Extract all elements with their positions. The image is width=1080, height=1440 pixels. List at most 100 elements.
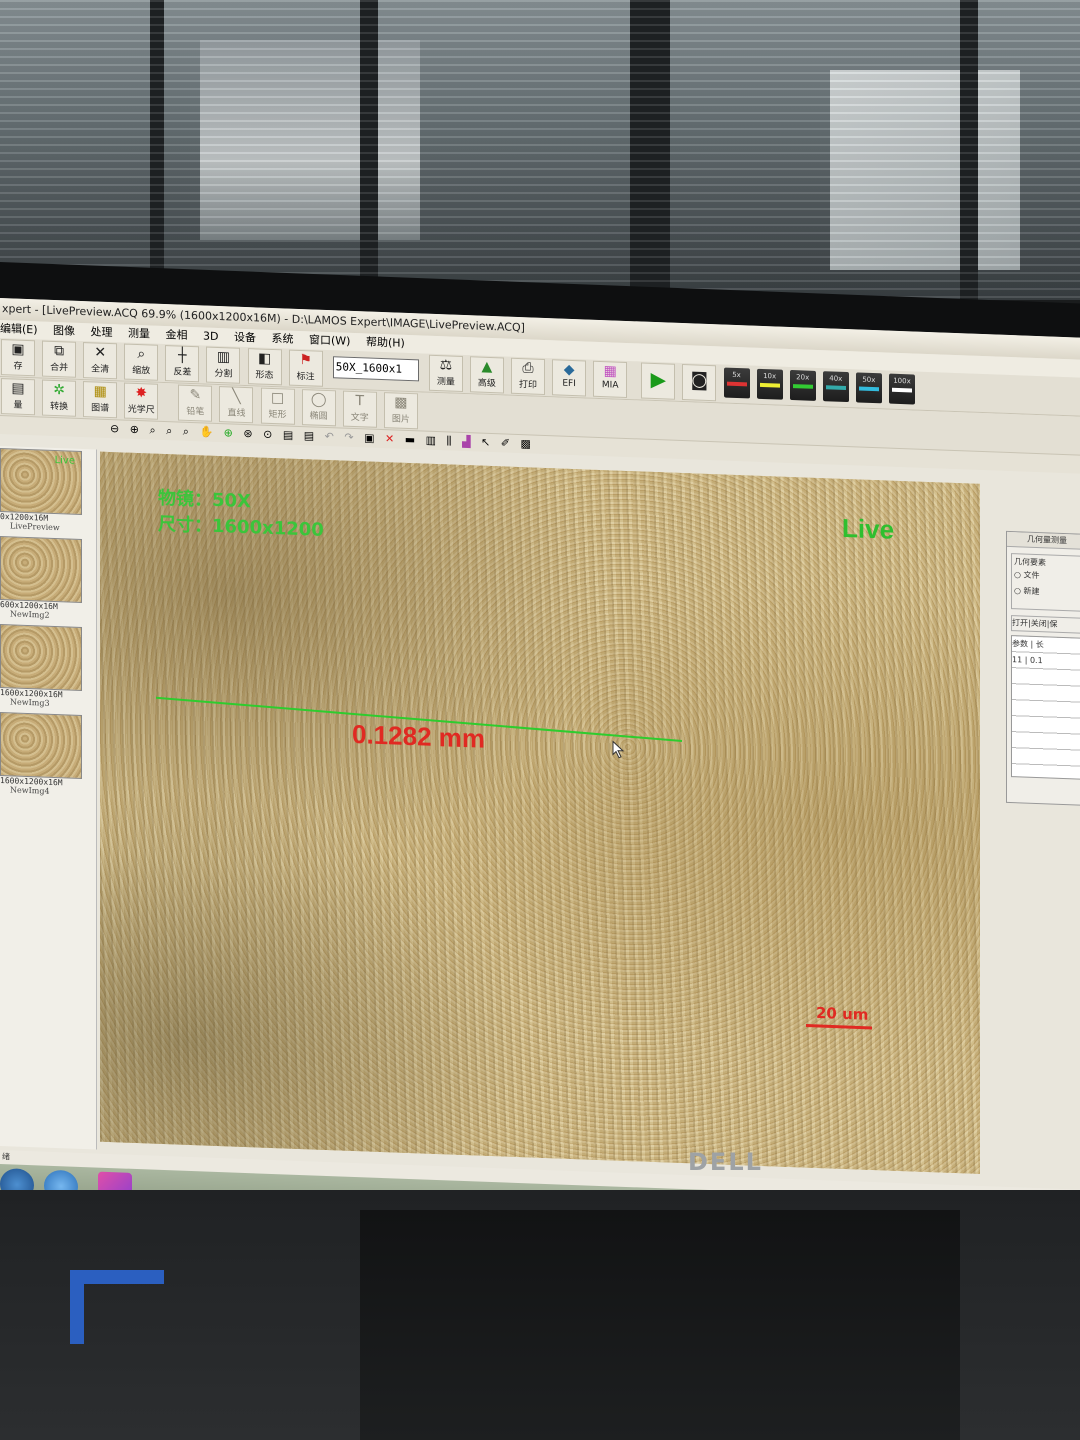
thumbnail-item[interactable]: 600x1200x16M NewImg2: [0, 536, 96, 622]
thumbnail-panel: Live 0x1200x16M LivePreview 600x1200x16M…: [0, 446, 97, 1150]
objective-40x-button[interactable]: 40x: [822, 371, 849, 403]
pen-icon[interactable]: ✐: [501, 436, 510, 449]
annotate-button[interactable]: ⚑ 标注: [288, 349, 323, 387]
morphology-icon: ◧: [257, 350, 272, 367]
morphology-button[interactable]: ◧ 形态: [247, 348, 282, 386]
monitor-brand-logo: DELL: [688, 1148, 763, 1176]
scale-bar-label: 20 um: [816, 1003, 869, 1024]
layer2-icon[interactable]: ▤: [304, 429, 314, 442]
delete-icon[interactable]: ✕: [385, 432, 394, 445]
layer-icon[interactable]: ▤: [283, 428, 293, 441]
arrow-icon[interactable]: ↖: [481, 436, 490, 449]
table-row[interactable]: 11 | 0.1: [1012, 652, 1080, 671]
columns-icon[interactable]: ⫼: [447, 434, 452, 447]
print-icon: ⎙: [522, 360, 534, 377]
advanced-button[interactable]: ▲ 高级: [469, 356, 504, 394]
zoom-fit-icon[interactable]: ⌕: [149, 423, 155, 436]
scale-bar: [806, 1024, 872, 1030]
split-button[interactable]: ▥ 分割: [206, 346, 241, 384]
window-blinds: [0, 0, 1080, 300]
pencil-button[interactable]: ✎ 铅笔: [178, 384, 213, 422]
save-button[interactable]: ▣ 存: [1, 339, 35, 377]
merge-button[interactable]: ⧉ 合并: [42, 340, 77, 378]
menu-3d[interactable]: 3D: [203, 329, 218, 343]
menu-help[interactable]: 帮助(H): [366, 335, 405, 349]
grid-icon[interactable]: ▥: [426, 434, 436, 447]
zoom-rect-icon[interactable]: ⌕: [183, 425, 189, 438]
contrast-icon: ┼: [178, 347, 187, 364]
rectangle-button[interactable]: □ 矩形: [260, 387, 295, 425]
open-button[interactable]: 打开: [1012, 618, 1028, 628]
undo-icon[interactable]: ↶: [325, 430, 334, 443]
thumbnail-item[interactable]: 1600x1200x16M NewImg3: [0, 624, 96, 710]
objective-select[interactable]: 50X_1600x1: [332, 356, 419, 382]
zoom-out-icon[interactable]: ⊖: [110, 422, 119, 435]
contrast-button[interactable]: ┼ 反差: [165, 345, 200, 383]
text-button[interactable]: T 文字: [342, 390, 377, 428]
stamp-icon[interactable]: ▣: [364, 431, 374, 444]
live-play-button[interactable]: ▶: [641, 362, 676, 400]
zoom-button[interactable]: ⌕ 缩放: [124, 343, 159, 381]
measure-button[interactable]: ⚖ 测量: [428, 354, 463, 392]
objective-50x-button[interactable]: 50x: [855, 372, 882, 404]
picture-icon[interactable]: ▩: [520, 437, 530, 450]
print-button[interactable]: ⎙ 打印: [511, 357, 546, 395]
menu-image[interactable]: 图像: [53, 324, 75, 338]
image-viewer[interactable]: 物镜：50X 尺寸：1600x1200 Live 0.1282 mm 20 um: [100, 451, 980, 1174]
zoom-icon: ⌕: [137, 346, 146, 363]
thumbnail-image: Live: [0, 448, 82, 516]
display-icon[interactable]: ▬: [405, 433, 415, 446]
panel-title: 几何量测量: [1007, 531, 1080, 550]
close-button[interactable]: 关闭: [1031, 619, 1047, 629]
objective-100x-button[interactable]: 100x: [888, 373, 915, 405]
thumbnail-image: [0, 624, 82, 692]
menu-measure[interactable]: 测量: [128, 327, 150, 341]
thumbnail-item[interactable]: 1600x1200x16M NewImg4: [0, 712, 96, 798]
ellipse-button[interactable]: ◯ 椭圆: [301, 389, 336, 427]
convert-icon: ✲: [53, 381, 65, 399]
clear-all-button[interactable]: ✕ 全清: [83, 342, 118, 380]
chart-icon[interactable]: ▟: [462, 435, 470, 448]
stand-neck: [360, 1210, 960, 1440]
efi-button[interactable]: ◆ EFI: [552, 359, 587, 397]
hand-icon[interactable]: ✋: [199, 425, 213, 439]
zoom-actual-icon[interactable]: ⌕: [166, 424, 172, 437]
convert-button[interactable]: ✲ 转换: [42, 379, 77, 417]
zoom-select-icon[interactable]: ⊙: [263, 428, 272, 441]
menu-metallography[interactable]: 金相: [166, 328, 188, 342]
zoom-in-icon[interactable]: ⊕: [130, 423, 139, 436]
mia-button[interactable]: ▦ MIA: [593, 360, 628, 398]
mia-icon: ▦: [603, 363, 617, 380]
menu-window[interactable]: 窗口(W): [309, 333, 350, 348]
thumbnail-item[interactable]: Live 0x1200x16M LivePreview: [0, 448, 96, 534]
line-button[interactable]: ╲ 直线: [219, 386, 254, 424]
option-new[interactable]: ○ 新建: [1014, 583, 1080, 601]
objective-20x-button[interactable]: 20x: [789, 369, 816, 401]
atlas-icon: ▦: [93, 383, 107, 400]
objective-5x-button[interactable]: 5x: [723, 367, 750, 399]
optical-ruler-icon: ✸: [135, 384, 148, 402]
menu-edit[interactable]: 编辑(E): [0, 322, 38, 336]
results-table: 参数 | 长 11 | 0.1: [1011, 635, 1080, 780]
menu-system[interactable]: 系统: [272, 332, 294, 346]
atlas-button[interactable]: ▦ 图谱: [83, 381, 118, 419]
line-icon: ╲: [232, 388, 241, 405]
thumbnail-image: [0, 712, 82, 780]
image-button[interactable]: ▩ 图片: [383, 392, 418, 430]
measurement-value[interactable]: 0.1282 mm: [352, 719, 485, 755]
capture-button[interactable]: ◙: [682, 364, 717, 402]
menu-process[interactable]: 处理: [91, 325, 113, 339]
measure-small-button[interactable]: ▤ 量: [1, 378, 35, 416]
flag-icon: ⚑: [299, 351, 312, 369]
objective-10x-button[interactable]: 10x: [756, 368, 783, 400]
measure-icon: ⚖: [439, 357, 453, 374]
save-panel-button[interactable]: 保: [1049, 619, 1057, 628]
menu-device[interactable]: 设备: [234, 331, 256, 345]
zoom-green-icon[interactable]: ⊕: [224, 426, 233, 439]
optical-ruler-button[interactable]: ✸ 光学尺: [124, 382, 159, 420]
zoom-region-icon[interactable]: ⊛: [243, 427, 252, 440]
redo-icon[interactable]: ↷: [344, 431, 353, 444]
measure-small-icon: ▤: [11, 380, 25, 397]
merge-icon: ⧉: [54, 342, 65, 360]
efi-icon: ◆: [563, 361, 575, 379]
